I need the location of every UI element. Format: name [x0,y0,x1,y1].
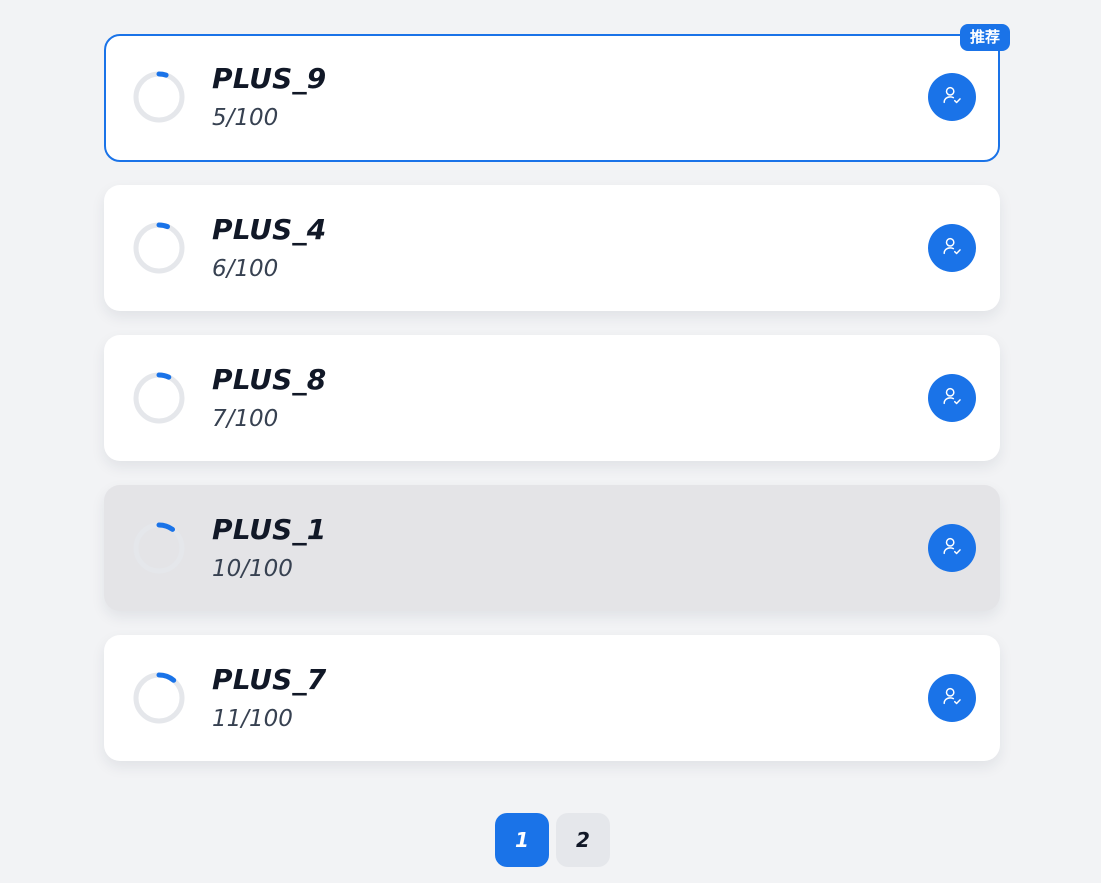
proxy-name: PLUS_1 [212,513,327,546]
proxy-card-5[interactable]: PLUS_7 11/100 [104,635,1000,761]
user-check-icon [941,685,963,711]
proxy-usage-count: 5/100 [212,105,279,131]
usage-progress-ring [132,70,186,124]
user-check-icon [941,535,963,561]
proxy-usage-count: 7/100 [212,406,279,432]
assign-user-button[interactable] [928,224,976,272]
pagination: 1 2 [495,813,610,867]
user-check-icon [941,84,963,110]
user-check-icon [941,385,963,411]
proxy-card-1[interactable]: PLUS_9 5/100 推荐 [104,24,1010,162]
proxy-usage-count: 6/100 [212,256,279,282]
usage-progress-ring [132,371,186,425]
assign-user-button[interactable] [928,374,976,422]
assign-user-button[interactable] [928,524,976,572]
progress-ring-track [133,522,185,574]
progress-ring-track [133,372,185,424]
proxy-card-4[interactable]: PLUS_1 10/100 [104,485,1000,611]
proxy-card-3[interactable]: PLUS_8 7/100 [104,335,1000,461]
progress-ring-track [133,71,185,123]
proxy-name: PLUS_8 [212,363,327,396]
page-button-1[interactable]: 1 [495,813,549,867]
proxy-usage-count: 10/100 [212,556,293,582]
user-check-icon [941,235,963,261]
progress-ring-track [133,222,185,274]
assign-user-button[interactable] [928,73,976,121]
usage-progress-ring [132,671,186,725]
proxy-usage-count: 11/100 [212,706,293,732]
recommended-badge: 推荐 [959,24,1010,51]
proxy-card-2[interactable]: PLUS_4 6/100 [104,185,1000,311]
proxy-name: PLUS_4 [212,213,327,246]
usage-progress-ring [132,221,186,275]
usage-progress-ring [132,521,186,575]
proxy-name: PLUS_9 [212,62,327,95]
proxy-list: PLUS_9 5/100 推荐 PLUS_4 6/100 PLUS_8 7/10… [104,24,1010,785]
proxy-name: PLUS_7 [212,663,327,696]
page-button-2[interactable]: 2 [556,813,610,867]
assign-user-button[interactable] [928,674,976,722]
